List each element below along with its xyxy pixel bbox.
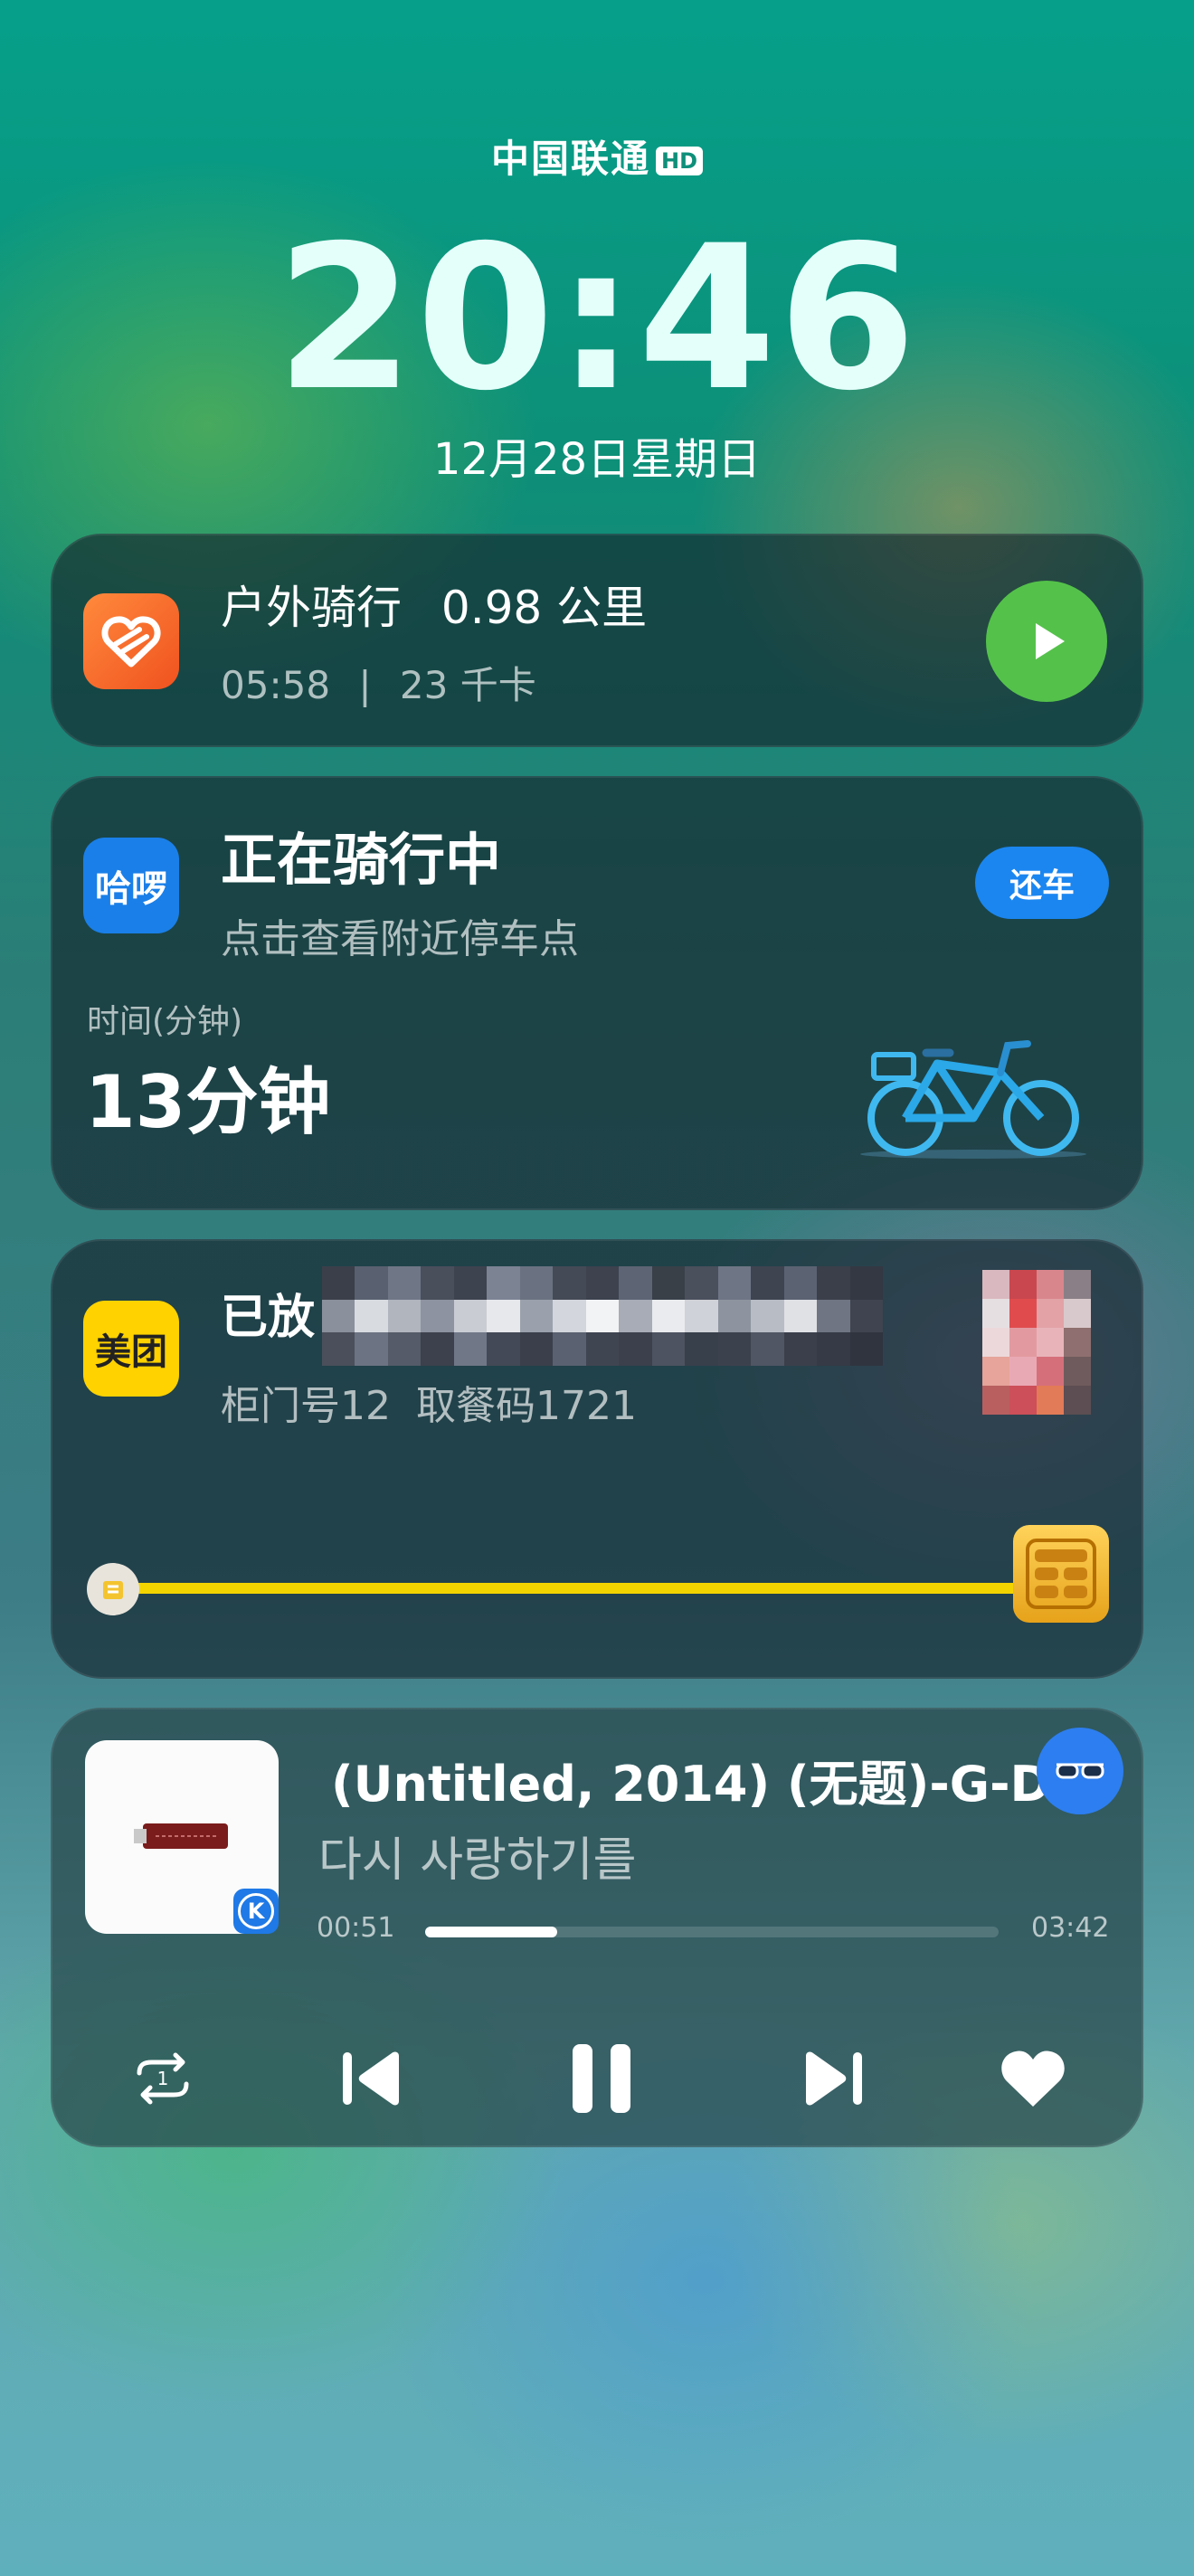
playback-progress-fill [425,1927,557,1937]
next-icon [806,2051,862,2106]
song-title: (Untitled, 2014) (无题)-G-D [331,1756,1051,1813]
lock-clock: 20:46 [275,203,919,434]
pickup-detail: 柜门号12 取餐码1721 [221,1383,637,1429]
heart-health-app-icon [83,593,179,689]
redacted-thumbnail-mosaic [982,1270,1091,1415]
total-time: 03:42 [1031,1912,1110,1944]
carrier-label: 中国联通 HD [0,128,1194,184]
music-player-card[interactable]: K (Untitled, 2014) (无题)-G-D 다시 사랑하기를 00:… [51,1708,1143,2147]
elapsed-time: 00:51 [317,1912,395,1944]
previous-icon [343,2051,399,2106]
play-button[interactable] [986,581,1107,702]
workout-calories: 23 千卡 [399,663,536,707]
previous-button[interactable] [327,2033,418,2124]
workout-separator: | [358,663,372,707]
hellobike-app-icon: 哈啰 [83,838,179,933]
usb-drive-image [134,1823,228,1849]
workout-distance: 0.98 公里 [441,582,648,634]
hellobike-app-label: 哈啰 [95,868,167,910]
workout-card[interactable]: 户外骑行 0.98 公里 05:58 | 23 千卡 [51,534,1143,747]
pause-button[interactable] [552,2024,651,2133]
bicycle-icon [860,1040,1086,1159]
hd-badge: HD [656,147,704,175]
delivery-progress-fill [114,1583,1028,1594]
kugou-badge-icon: K [233,1889,279,1934]
kugou-badge-label: K [238,1893,274,1929]
bike-rental-card[interactable]: 哈啰 正在骑行中 点击查看附近停车点 还车 时间(分钟) 13分钟 [51,776,1143,1210]
repeat-one-icon: 1 [137,2052,189,2105]
pause-icon [573,2044,630,2113]
glasses-icon [1056,1763,1104,1779]
heart-icon [1001,2050,1065,2107]
album-art[interactable]: K [85,1740,279,1934]
redacted-title-mosaic [322,1266,883,1366]
ride-time-label: 时间(分钟) [87,1003,243,1040]
food-pickup-card[interactable]: 美团 已放 柜门号12 取餐码1721 [51,1239,1143,1679]
locker-icon [1013,1525,1109,1623]
ride-status-subtitle: 点击查看附近停车点 [221,916,579,962]
song-lyric: 다시 사랑하기를 [318,1833,637,1888]
ride-time-value: 13分钟 [85,1060,331,1144]
repeat-one-button[interactable]: 1 [118,2033,208,2124]
lock-date: 12月28日星期日 [432,434,762,485]
workout-title-row: 户外骑行 0.98 公里 [221,572,647,637]
workout-stats: 05:58 | 23 千卡 [221,655,536,710]
pickup-title: 已放 [221,1291,316,1345]
return-bike-button[interactable]: 还车 [975,847,1109,919]
meituan-app-icon: 美团 [83,1301,179,1397]
play-icon [1036,623,1065,659]
workout-title: 户外骑行 [221,582,402,634]
ride-status-title: 正在骑行中 [221,827,502,893]
carrier-name: 中国联通 [490,137,650,181]
favorite-button[interactable] [988,2033,1078,2124]
next-button[interactable] [787,2033,877,2124]
meituan-app-label: 美团 [95,1331,167,1373]
workout-duration: 05:58 [221,663,331,707]
glasses-button[interactable] [1037,1728,1123,1814]
repeat-count: 1 [157,2068,169,2089]
bag-icon [87,1563,139,1615]
